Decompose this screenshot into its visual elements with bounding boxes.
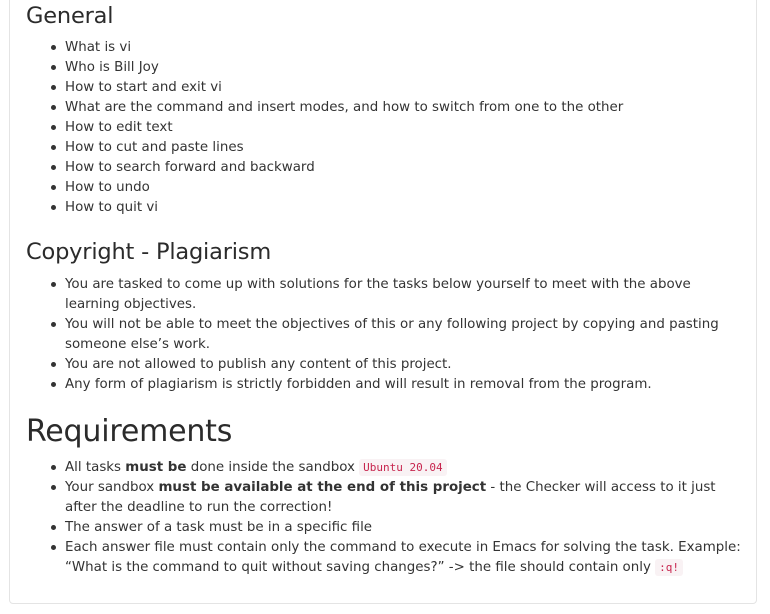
copyright-list: You are tasked to come up with solutions…: [26, 275, 746, 395]
list-item: How to start and exit vi: [26, 78, 746, 98]
inline-code: Ubuntu 20.04: [359, 459, 447, 476]
list-item: Your sandbox must be available at the en…: [26, 478, 746, 518]
requirement-emphasis: must be available at the end of this pro…: [158, 480, 487, 495]
list-item: What is vi: [26, 38, 746, 58]
requirements-list: All tasks must be done inside the sandbo…: [26, 458, 746, 578]
requirement-text: Each answer file must contain only the c…: [65, 540, 741, 575]
list-item: What are the command and insert modes, a…: [26, 98, 746, 118]
list-item: All tasks must be done inside the sandbo…: [26, 458, 746, 478]
copyright-heading: Copyright - Plagiarism: [26, 239, 272, 265]
list-item: Who is Bill Joy: [26, 58, 746, 78]
requirement-text: Your sandbox: [65, 480, 159, 495]
list-item: You are tasked to come up with solutions…: [26, 275, 746, 315]
inline-code: :q!: [655, 559, 684, 576]
requirement-emphasis: must be: [125, 460, 187, 475]
list-item: Any form of plagiarism is strictly forbi…: [26, 375, 746, 395]
list-item: You will not be able to meet the objecti…: [26, 315, 746, 355]
general-heading: General: [26, 3, 114, 29]
list-item: You are not allowed to publish any conte…: [26, 355, 746, 375]
content-card: General What is vi Who is Bill Joy How t…: [9, 0, 757, 604]
list-item: How to edit text: [26, 118, 746, 138]
list-item: How to undo: [26, 178, 746, 198]
requirement-text: All tasks: [65, 460, 126, 475]
general-list: What is vi Who is Bill Joy How to start …: [26, 38, 746, 218]
list-item: How to quit vi: [26, 198, 746, 218]
requirements-heading: Requirements: [26, 414, 233, 449]
list-item: How to search forward and backward: [26, 158, 746, 178]
list-item: How to cut and paste lines: [26, 138, 746, 158]
list-item: The answer of a task must be in a specif…: [26, 518, 746, 538]
list-item: Each answer file must contain only the c…: [26, 538, 746, 578]
requirement-text: done inside the sandbox: [186, 460, 360, 475]
